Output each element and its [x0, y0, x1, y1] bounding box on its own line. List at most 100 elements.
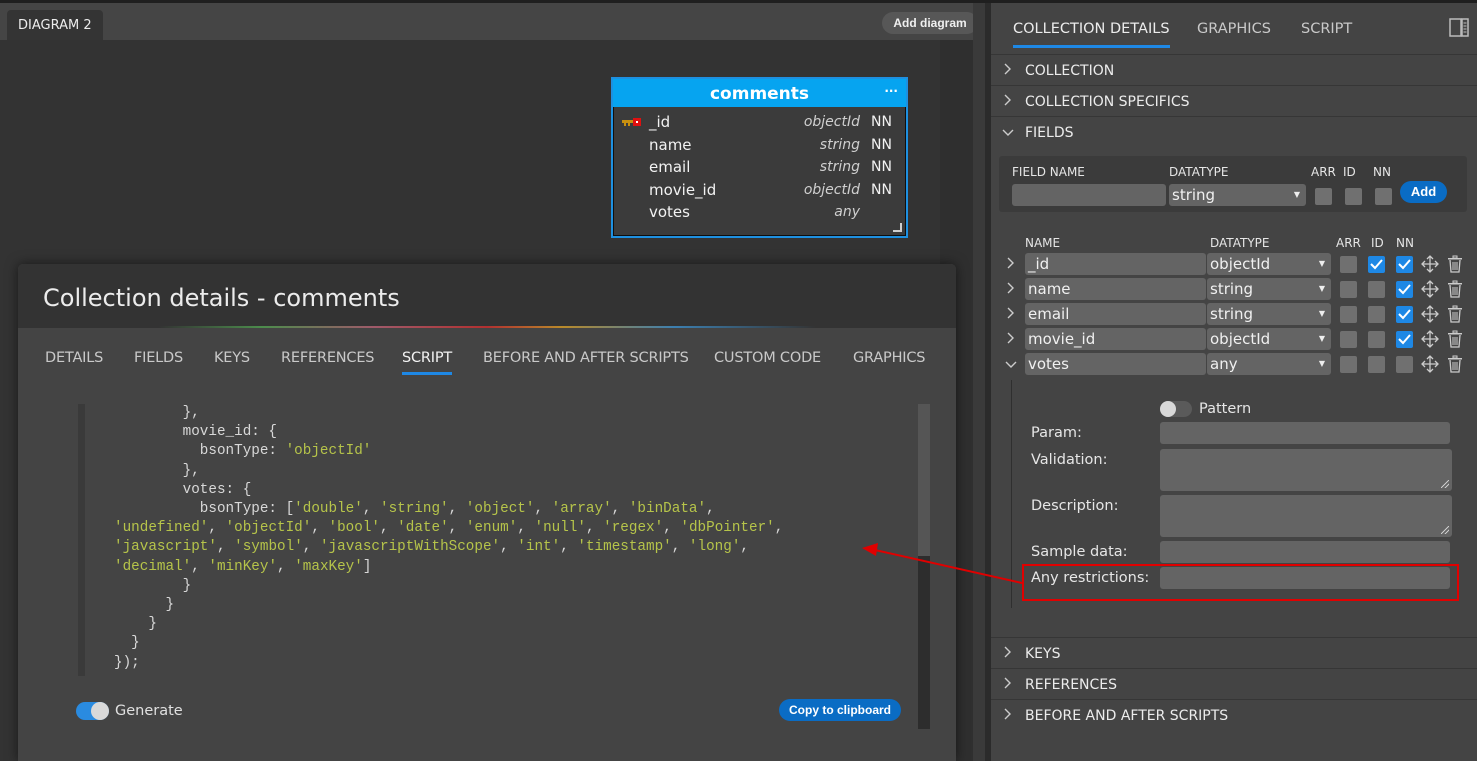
- field-arr-checkbox[interactable]: [1340, 281, 1357, 298]
- tab-script[interactable]: SCRIPT: [1301, 21, 1352, 37]
- add-diagram-button[interactable]: Add diagram: [882, 12, 978, 34]
- tab-script[interactable]: SCRIPT: [402, 350, 452, 375]
- tab-graphics[interactable]: GRAPHICS: [1197, 21, 1271, 37]
- field-nn-checkbox[interactable]: [1396, 306, 1413, 323]
- dialog-header[interactable]: Collection details - comments: [18, 264, 956, 328]
- resize-grip-icon[interactable]: [1441, 526, 1449, 534]
- section-keys[interactable]: KEYS: [991, 637, 1477, 668]
- field-arr-checkbox[interactable]: [1340, 256, 1357, 273]
- section-collection[interactable]: COLLECTION: [991, 54, 1477, 85]
- section-fields[interactable]: FIELDS: [991, 116, 1477, 147]
- section-collection-specifics[interactable]: COLLECTION SPECIFICS: [991, 85, 1477, 116]
- new-field-nn-checkbox[interactable]: [1375, 188, 1392, 205]
- field-arr-checkbox[interactable]: [1340, 331, 1357, 348]
- field-datatype-select[interactable]: objectId ▼: [1207, 328, 1331, 350]
- new-field-datatype-select[interactable]: string ▼: [1169, 184, 1306, 206]
- script-code[interactable]: }, movie_id: { bsonType: 'objectId' }, v…: [114, 404, 783, 673]
- field-name-input[interactable]: name: [1025, 278, 1206, 300]
- field-arr-checkbox[interactable]: [1340, 306, 1357, 323]
- field-id-checkbox[interactable]: [1368, 306, 1385, 323]
- pattern-toggle[interactable]: [1160, 401, 1192, 417]
- validation-textarea[interactable]: [1160, 449, 1452, 491]
- move-icon[interactable]: [1421, 305, 1439, 323]
- tab-keys[interactable]: KEYS: [214, 350, 250, 366]
- code-line: },: [114, 404, 783, 423]
- entity-field-row[interactable]: movie_id objectId NN: [613, 179, 906, 202]
- code-token: bsonType: [: [114, 501, 295, 518]
- chevron-down-icon[interactable]: [1004, 360, 1018, 370]
- tab-custom-code[interactable]: CUSTOM CODE: [714, 350, 821, 366]
- toggle-panel-icon[interactable]: [1449, 18, 1469, 37]
- param-input[interactable]: [1160, 422, 1450, 444]
- entity-field-row[interactable]: votes any: [613, 201, 906, 224]
- code-token: ,: [277, 558, 295, 575]
- scrollbar-thumb[interactable]: [918, 404, 930, 556]
- field-id-checkbox[interactable]: [1368, 356, 1385, 373]
- tab-diagram-2[interactable]: DIAGRAM 2: [7, 10, 103, 40]
- delete-icon[interactable]: [1447, 255, 1463, 273]
- section-before-after-scripts[interactable]: BEFORE AND AFTER SCRIPTS: [991, 699, 1477, 730]
- field-name-input[interactable]: movie_id: [1025, 328, 1206, 350]
- section-references[interactable]: REFERENCES: [991, 668, 1477, 699]
- tab-details[interactable]: DETAILS: [45, 350, 103, 366]
- tab-references[interactable]: REFERENCES: [281, 350, 375, 366]
- panel-splitter[interactable]: [973, 3, 985, 761]
- tab-graphics[interactable]: GRAPHICS: [853, 350, 925, 366]
- description-textarea[interactable]: [1160, 495, 1452, 537]
- field-datatype-select[interactable]: any ▼: [1207, 353, 1331, 375]
- copy-to-clipboard-button[interactable]: Copy to clipboard: [779, 699, 901, 721]
- chevron-right-icon[interactable]: [1006, 256, 1016, 270]
- new-field-name-input[interactable]: [1012, 184, 1166, 206]
- delete-icon[interactable]: [1447, 355, 1463, 373]
- resize-handle-icon[interactable]: [893, 223, 902, 232]
- move-icon[interactable]: [1421, 330, 1439, 348]
- code-token: ,: [611, 501, 629, 518]
- tab-collection-details[interactable]: COLLECTION DETAILS: [1013, 21, 1170, 48]
- new-field-arr-checkbox[interactable]: [1315, 188, 1332, 205]
- tab-before-after-scripts[interactable]: BEFORE AND AFTER SCRIPTS: [483, 350, 689, 366]
- code-token: }: [114, 577, 192, 594]
- field-id-checkbox[interactable]: [1368, 256, 1385, 273]
- entity-field-row[interactable]: name string NN: [613, 134, 906, 157]
- field-id-checkbox[interactable]: [1368, 331, 1385, 348]
- move-icon[interactable]: [1421, 255, 1439, 273]
- field-nn-checkbox[interactable]: [1396, 356, 1413, 373]
- field-name-input[interactable]: email: [1025, 303, 1206, 325]
- tab-fields[interactable]: FIELDS: [134, 350, 183, 366]
- field-datatype-select[interactable]: string ▼: [1207, 278, 1331, 300]
- field-name-input[interactable]: _id: [1025, 253, 1206, 275]
- new-field-id-checkbox[interactable]: [1345, 188, 1362, 205]
- field-datatype-select[interactable]: objectId ▼: [1207, 253, 1331, 275]
- generate-toggle[interactable]: [76, 702, 109, 720]
- add-field-button[interactable]: Add: [1400, 181, 1447, 203]
- entity-field-row[interactable]: email string NN: [613, 156, 906, 179]
- field-nn-checkbox[interactable]: [1396, 331, 1413, 348]
- editor-scrollbar[interactable]: [918, 404, 930, 729]
- field-nn-checkbox[interactable]: [1396, 281, 1413, 298]
- script-editor[interactable]: }, movie_id: { bsonType: 'objectId' }, v…: [78, 404, 931, 732]
- generate-label: Generate: [115, 703, 183, 719]
- entity-box-comments[interactable]: comments ··· _id objectId NN name string NN em…: [611, 77, 908, 238]
- chevron-right-icon[interactable]: [1006, 306, 1016, 320]
- field-nn-checkbox[interactable]: [1396, 256, 1413, 273]
- code-string-token: 'double': [294, 501, 363, 518]
- move-icon[interactable]: [1421, 280, 1439, 298]
- sample-data-input[interactable]: [1160, 541, 1450, 563]
- resize-grip-icon[interactable]: [1441, 480, 1449, 488]
- field-arr-checkbox[interactable]: [1340, 356, 1357, 373]
- entity-header[interactable]: comments ···: [613, 79, 906, 107]
- entity-field-row[interactable]: _id objectId NN: [613, 111, 906, 134]
- move-icon[interactable]: [1421, 355, 1439, 373]
- delete-icon[interactable]: [1447, 280, 1463, 298]
- field-name-input[interactable]: votes: [1025, 353, 1206, 375]
- col-header-datatype: DATATYPE: [1210, 236, 1270, 250]
- field-datatype-select[interactable]: string ▼: [1207, 303, 1331, 325]
- more-options-icon[interactable]: ···: [884, 76, 898, 106]
- chevron-right-icon[interactable]: [1006, 281, 1016, 295]
- field-id-checkbox[interactable]: [1368, 281, 1385, 298]
- chevron-right-icon[interactable]: [1006, 331, 1016, 345]
- delete-icon[interactable]: [1447, 330, 1463, 348]
- code-line: });: [114, 654, 783, 673]
- code-token: },: [114, 405, 200, 421]
- delete-icon[interactable]: [1447, 305, 1463, 323]
